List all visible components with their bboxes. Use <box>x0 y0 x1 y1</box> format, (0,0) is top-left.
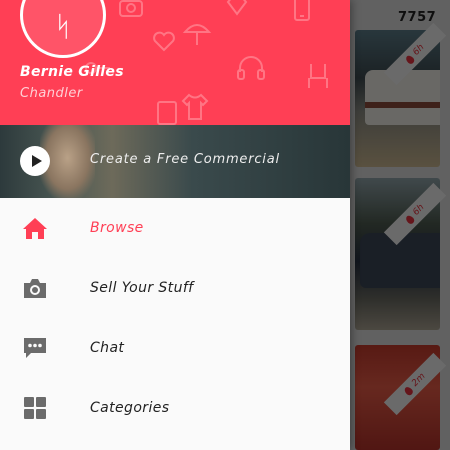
menu-item-label: Chat <box>90 340 125 356</box>
drawer-header: ᛋ Bernie Gilles Chandler <box>0 0 350 125</box>
menu-item-categories[interactable]: Categories <box>0 378 350 438</box>
drawer-menu: Browse Sell Your Stuff Chat Categories <box>0 198 350 438</box>
play-icon <box>20 146 50 176</box>
menu-item-browse[interactable]: Browse <box>0 198 350 258</box>
play-triangle <box>31 155 42 167</box>
home-icon <box>22 215 48 241</box>
menu-item-chat[interactable]: Chat <box>0 318 350 378</box>
shirt-doodle-icon <box>181 93 209 120</box>
chat-icon <box>22 335 48 361</box>
avatar-initial-icon: ᛋ <box>54 9 72 43</box>
user-avatar[interactable]: ᛋ <box>20 0 106 58</box>
user-name: Bernie Gilles <box>20 64 124 80</box>
create-commercial-label: Create a Free Commercial <box>90 152 280 167</box>
menu-item-label: Browse <box>90 220 144 236</box>
create-commercial-banner[interactable]: Create a Free Commercial <box>0 125 350 198</box>
menu-item-label: Categories <box>90 400 170 416</box>
diamond-doodle-icon <box>226 0 248 16</box>
heart-doodle-icon <box>153 31 175 52</box>
camera-icon <box>22 275 48 301</box>
menu-item-sell-your-stuff[interactable]: Sell Your Stuff <box>0 258 350 318</box>
grid-icon <box>22 395 48 421</box>
umbrella-doodle-icon <box>182 24 212 45</box>
headphones-doodle-icon <box>237 56 265 80</box>
phone-doodle-icon <box>294 0 310 21</box>
menu-item-label: Sell Your Stuff <box>90 280 194 296</box>
chair-doodle-icon <box>308 64 328 88</box>
app-screen: 7757 6h 6h 2m <box>0 0 450 450</box>
user-location: Chandler <box>20 86 83 101</box>
navigation-drawer: ᛋ Bernie Gilles Chandler Create a Free C… <box>0 0 350 450</box>
tablet-doodle-icon <box>157 101 177 125</box>
camera-doodle-icon <box>119 0 143 17</box>
